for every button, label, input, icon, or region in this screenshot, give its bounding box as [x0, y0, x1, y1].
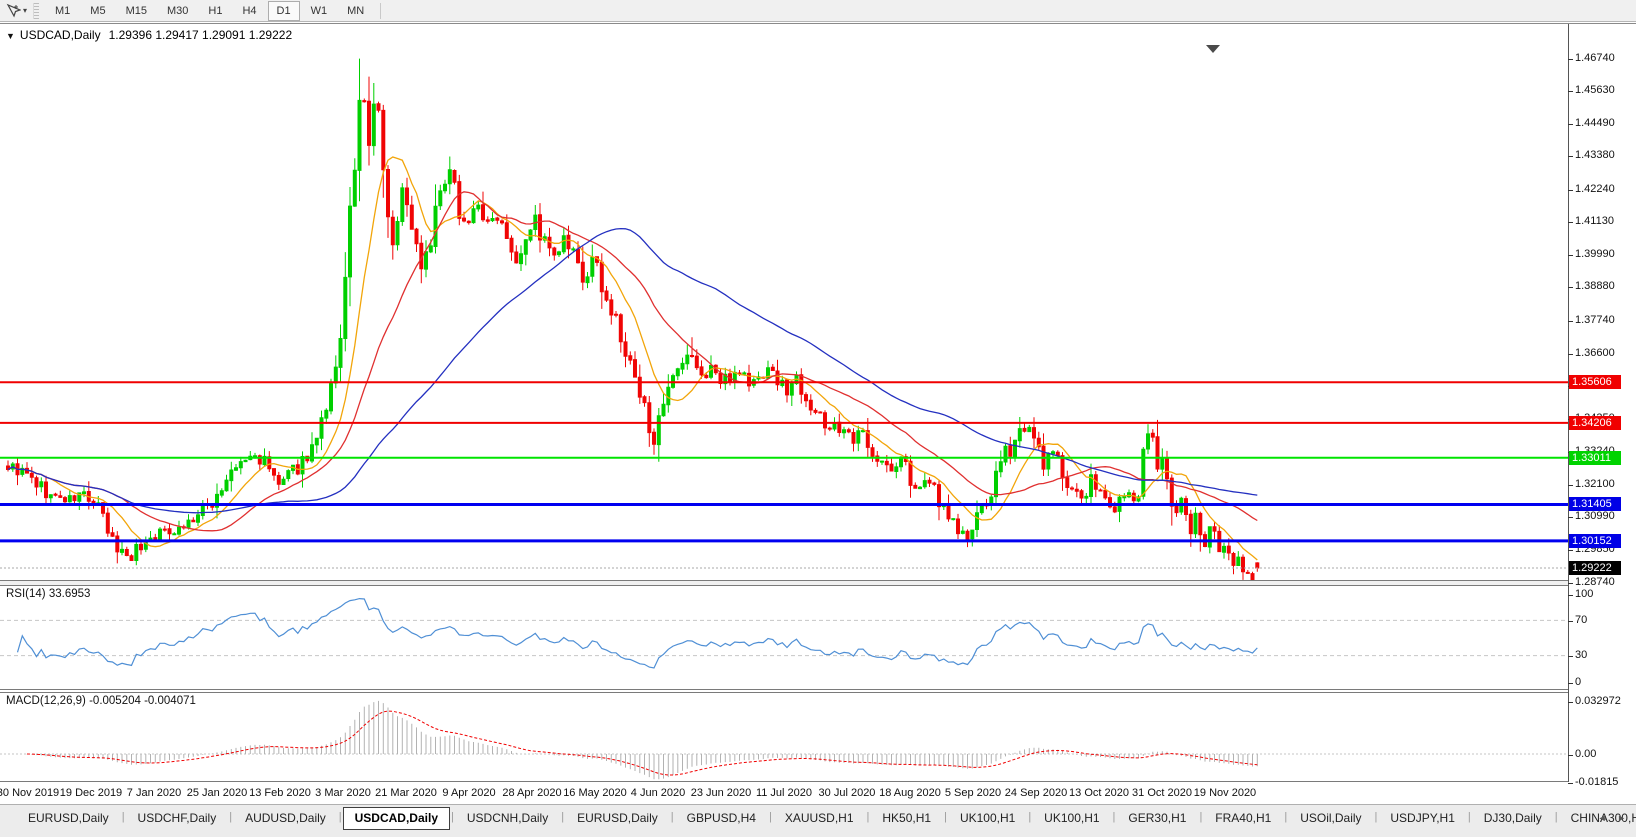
price-tick-label: 1.32100 — [1568, 477, 1615, 490]
timeframe-button-mn[interactable]: MN — [338, 1, 373, 21]
timeframe-button-m5[interactable]: M5 — [81, 1, 114, 21]
rsi-scale-label: 70 — [1567, 613, 1588, 626]
ma-25-line — [7, 191, 1258, 532]
price-line-badge: 1.35606 — [1569, 375, 1621, 390]
price-line-badge: 1.34206 — [1569, 415, 1621, 430]
rsi-indicator-value: 33.6953 — [48, 588, 91, 600]
timeframe-toolbar: ▾ M1 M5 M15 M30 H1 H4 D1 W1 MN — [0, 0, 1636, 22]
timeframe-button-w1[interactable]: W1 — [302, 1, 337, 21]
chart-title: ▼ USDCAD,Daily 1.29396 1.29417 1.29091 1.2… — [6, 28, 292, 42]
chart-tab-audusd-daily[interactable]: AUDUSD,Daily — [233, 807, 338, 830]
rsi-scale-label: 30 — [1567, 649, 1588, 662]
macd-label: MACD(12,26,9) -0.005204 -0.004071 — [6, 695, 196, 707]
bear-candle-bodies — [6, 100, 1260, 584]
ma-60-line — [7, 227, 1258, 514]
collapse-triangle-icon[interactable]: ▼ — [6, 31, 15, 41]
chart-canvas[interactable] — [0, 24, 1568, 782]
price-tick-label: 1.37740 — [1568, 313, 1615, 326]
chart-tab-usdchf-daily[interactable]: USDCHF,Daily — [126, 807, 229, 830]
chart-shift-marker-icon[interactable] — [1206, 45, 1220, 53]
chart-title-ohlc: 1.29396 1.29417 1.29091 1.29222 — [108, 28, 293, 42]
tab-scroll-arrows[interactable]: ◄ ► — [1598, 813, 1630, 823]
macd-scale-label: 0.00 — [1567, 747, 1597, 760]
macd-scale-label: 0.032972 — [1568, 695, 1621, 708]
chart-tab-usdjpy-h1[interactable]: USDJPY,H1 — [1378, 807, 1466, 830]
timeframe-button-m15[interactable]: M15 — [117, 1, 156, 21]
price-tick-label: 1.41130 — [1568, 214, 1614, 227]
price-line-badge: 1.30152 — [1569, 533, 1621, 548]
timeframe-buttons: M1 M5 M15 M30 H1 H4 D1 W1 MN — [45, 0, 374, 21]
mt4-terminal: ▾ M1 M5 M15 M30 H1 H4 D1 W1 MN ▼ USDCAD,Daily 1.29… — [0, 0, 1636, 837]
price-tick-label: 1.30990 — [1568, 510, 1615, 523]
ma-10-line — [7, 156, 1258, 561]
crosshair-tool-icon[interactable] — [3, 2, 23, 20]
bull-candle-wicks — [12, 58, 1239, 566]
chart-tab-usdcad-daily[interactable]: USDCAD,Daily — [342, 807, 450, 830]
dropdown-caret-icon[interactable]: ▾ — [23, 6, 27, 15]
price-tick-label: 1.46740 — [1568, 51, 1615, 64]
price-tick-label: 1.45630 — [1568, 83, 1615, 96]
price-axis[interactable]: 1.46740 1.45630 1.44490 1.43380 1.42240 1.411… — [1567, 24, 1636, 788]
chart-tab-uk100-h1[interactable]: UK100,H1 — [948, 807, 1027, 830]
chart-tab-fra40-h1[interactable]: FRA40,H1 — [1203, 807, 1283, 830]
price-tick-label: 1.39990 — [1568, 248, 1615, 261]
price-tick-label: 1.42240 — [1568, 182, 1615, 195]
macd-scale-label: -0.01815 — [1567, 776, 1619, 789]
price-line-badge: 1.29222 — [1569, 561, 1621, 575]
date-axis-label: 19 Nov 2020 — [1193, 787, 1257, 799]
toolbar-separator — [380, 2, 382, 19]
chart-tab-ger30-h1[interactable]: GER30,H1 — [1116, 807, 1198, 830]
panel-splitter[interactable] — [0, 581, 1568, 585]
chart-tab-usoil-daily[interactable]: USOil,Daily — [1288, 807, 1373, 830]
chart-tab-bar: EURUSD,Daily | USDCHF,Daily | AUDUSD,Daily | U… — [0, 804, 1636, 837]
chart-tab-eurusd-daily[interactable]: EURUSD,Daily — [16, 807, 121, 830]
timeframe-button-h4[interactable]: H4 — [233, 1, 265, 21]
price-line-badge: 1.33011 — [1569, 450, 1621, 465]
chart-window: ▼ USDCAD,Daily 1.29396 1.29417 1.29091 1.2… — [0, 23, 1636, 804]
rsi-line — [16, 597, 1258, 669]
date-axis[interactable]: 30 Nov 2019 19 Dec 2019 7 Jan 2020 25 Jan 2… — [0, 782, 1568, 804]
chart-title-symbol: USDCAD,Daily — [19, 28, 101, 42]
timeframe-button-d1[interactable]: D1 — [267, 0, 300, 21]
price-tick-label: 1.43380 — [1568, 149, 1615, 162]
timeframe-button-m30[interactable]: M30 — [158, 1, 197, 21]
chart-tab-hk50-h1[interactable]: HK50,H1 — [870, 807, 943, 830]
bear-candle-wicks — [7, 76, 1258, 585]
chart-tab-dj30-daily[interactable]: DJ30,Daily — [1472, 807, 1554, 830]
rsi-scale-label: 0 — [1567, 675, 1582, 688]
toolbar-grip-handle[interactable] — [33, 2, 40, 19]
rsi-indicator-name: RSI(14) — [6, 588, 46, 600]
rsi-scale-label: 100 — [1567, 587, 1594, 600]
timeframe-button-m1[interactable]: M1 — [46, 1, 79, 21]
macd-histogram — [12, 700, 1258, 780]
price-line-badge: 1.31405 — [1569, 497, 1621, 512]
chart-tab-uk100-h1[interactable]: UK100,H1 — [1032, 807, 1111, 830]
chart-tab-xauusd-h1[interactable]: XAUUSD,H1 — [773, 807, 866, 830]
macd-signal-line — [26, 710, 1258, 776]
macd-indicator-values: -0.005204 -0.004071 — [89, 695, 196, 707]
chart-tab-eurusd-daily[interactable]: EURUSD,Daily — [565, 807, 670, 830]
rsi-label: RSI(14) 33.6953 — [6, 588, 90, 600]
macd-indicator-name: MACD(12,26,9) — [6, 695, 86, 707]
price-tick-label: 1.38880 — [1568, 280, 1615, 293]
price-tick-label: 1.36600 — [1568, 346, 1615, 359]
chart-tab-gbpusd-h4[interactable]: GBPUSD,H4 — [675, 807, 768, 830]
price-tick-label: 1.28740 — [1568, 575, 1615, 588]
timeframe-button-h1[interactable]: H1 — [199, 1, 231, 21]
chart-tab-usdcnh-daily[interactable]: USDCNH,Daily — [455, 807, 560, 830]
price-tick-label: 1.44490 — [1568, 117, 1615, 130]
